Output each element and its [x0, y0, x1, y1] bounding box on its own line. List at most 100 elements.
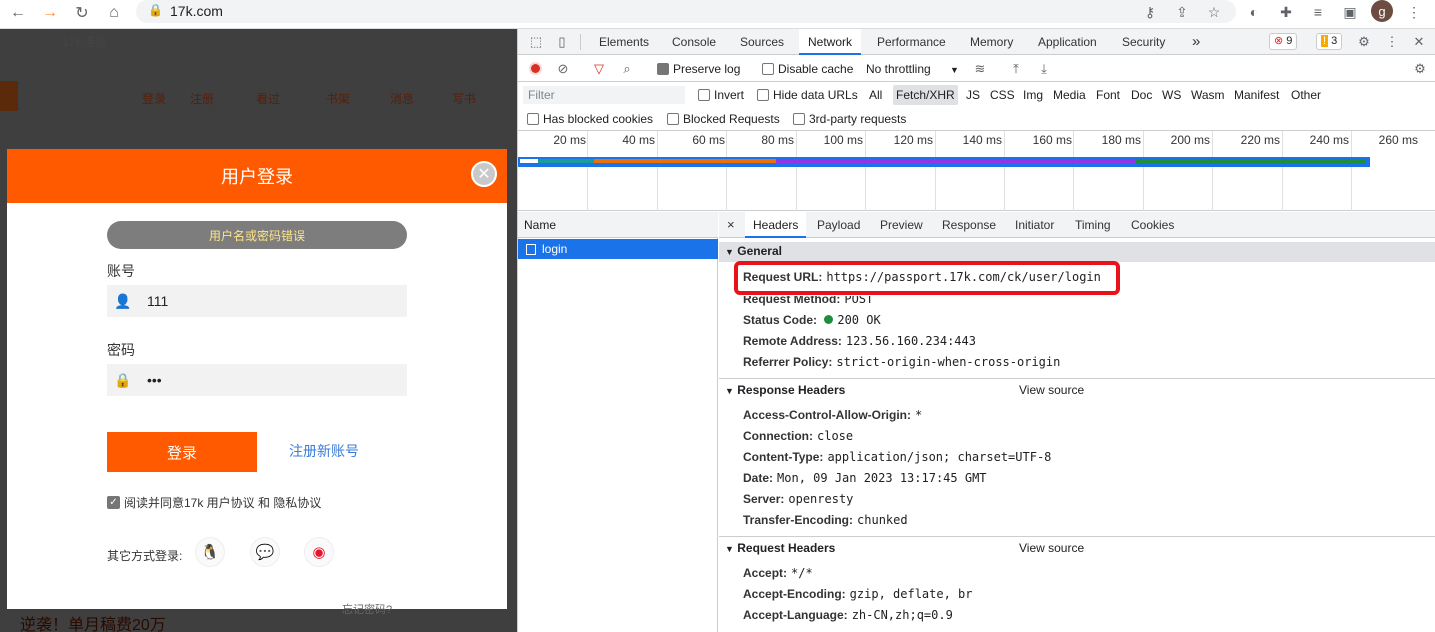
third-party-checkbox[interactable]	[793, 113, 805, 125]
search-icon[interactable]: ⌕	[619, 61, 635, 77]
has-blocked-cookies-checkbox[interactable]	[527, 113, 539, 125]
filter-icon[interactable]: ▽	[591, 61, 607, 77]
request-headers-section-header[interactable]: ▼ Request Headers View source	[719, 536, 1435, 560]
disable-cache-checkbox[interactable]	[762, 63, 774, 75]
kebab-menu-icon[interactable]: ⋮	[1384, 34, 1400, 50]
nav-viewed[interactable]: 看过	[256, 90, 280, 107]
general-section-header[interactable]: ▼ General	[719, 242, 1435, 262]
type-img[interactable]: Img	[1023, 88, 1043, 102]
import-icon[interactable]: ⤒	[1008, 61, 1024, 77]
type-fetch-xhr[interactable]: Fetch/XHR	[893, 85, 958, 105]
tab-headers[interactable]: Headers	[745, 212, 807, 238]
settings-gear-icon[interactable]: ⚙	[1356, 34, 1372, 50]
agree-checkbox[interactable]: ✓	[107, 496, 120, 509]
disable-cache[interactable]: Disable cache	[762, 62, 853, 76]
tab-console[interactable]: Console	[672, 29, 716, 55]
warning-badge[interactable]: ! 3	[1316, 33, 1343, 50]
type-media[interactable]: Media	[1053, 88, 1086, 102]
has-blocked-cookies[interactable]: Has blocked cookies	[527, 112, 653, 126]
url-text[interactable]: 17k.com	[170, 3, 223, 19]
type-css[interactable]: CSS	[990, 88, 1015, 102]
weibo-icon[interactable]: ◉	[304, 537, 334, 567]
blocked-requests[interactable]: Blocked Requests	[667, 112, 780, 126]
tab-network[interactable]: Network	[799, 29, 862, 55]
preserve-log-checkbox[interactable]	[657, 63, 669, 75]
nav-shelf[interactable]: 书架	[326, 90, 350, 107]
timeline-overview[interactable]: 20 ms 40 ms 60 ms 80 ms 100 ms 120 ms 14…	[518, 131, 1435, 211]
request-view-source[interactable]: View source	[1019, 541, 1084, 555]
address-bar[interactable]: 🔒	[136, 0, 1236, 23]
type-font[interactable]: Font	[1096, 88, 1120, 102]
register-link[interactable]: 注册新账号	[289, 441, 359, 461]
close-icon[interactable]: ✕	[471, 161, 497, 187]
type-wasm[interactable]: Wasm	[1191, 88, 1225, 102]
tab-initiator[interactable]: Initiator	[1015, 212, 1054, 238]
tab-preview[interactable]: Preview	[880, 212, 923, 238]
tab-security[interactable]: Security	[1122, 29, 1165, 55]
request-row-login[interactable]: login	[518, 239, 718, 259]
agreement[interactable]: ✓ 阅读并同意17k 用户协议 和 隐私协议	[107, 494, 321, 511]
qq-icon[interactable]: 🐧	[195, 537, 225, 567]
invert-checkbox[interactable]	[698, 89, 710, 101]
hide-data-urls-checkbox[interactable]	[757, 89, 769, 101]
name-column-header[interactable]: Name	[518, 212, 718, 238]
tab-elements[interactable]: Elements	[599, 29, 649, 55]
login-button[interactable]: 登录	[107, 432, 257, 472]
type-doc[interactable]: Doc	[1131, 88, 1152, 102]
third-party[interactable]: 3rd-party requests	[793, 112, 906, 126]
type-js[interactable]: JS	[966, 88, 980, 102]
tab-sources[interactable]: Sources	[740, 29, 784, 55]
type-manifest[interactable]: Manifest	[1234, 88, 1279, 102]
share-icon[interactable]: ⇪	[1172, 2, 1192, 22]
blocked-requests-checkbox[interactable]	[667, 113, 679, 125]
close-detail-icon[interactable]: ×	[727, 212, 735, 238]
tab-memory[interactable]: Memory	[970, 29, 1013, 55]
tab-timing[interactable]: Timing	[1075, 212, 1111, 238]
tab-application[interactable]: Application	[1038, 29, 1097, 55]
avatar[interactable]: g	[1371, 0, 1393, 22]
more-tabs-icon[interactable]: »	[1192, 29, 1200, 55]
type-all[interactable]: All	[869, 88, 882, 102]
throttling-select[interactable]: No throttling ▼	[866, 62, 959, 76]
error-badge[interactable]: ⊗ 9	[1269, 33, 1298, 50]
key-icon[interactable]: ⚷	[1140, 2, 1160, 22]
tab-cookies[interactable]: Cookies	[1131, 212, 1174, 238]
nav-write[interactable]: 写书	[452, 90, 476, 107]
inspect-icon[interactable]: ⬚	[528, 34, 544, 50]
response-headers-section-header[interactable]: ▼ Response Headers View source	[719, 378, 1435, 402]
preserve-log[interactable]: Preserve log	[657, 62, 740, 76]
tab-response[interactable]: Response	[942, 212, 996, 238]
password-field[interactable]: 🔒 •••	[107, 364, 407, 396]
hide-data-urls[interactable]: Hide data URLs	[757, 88, 858, 102]
home-icon[interactable]: ⌂	[102, 1, 126, 25]
menu-icon[interactable]: ⋮	[1404, 2, 1424, 22]
bookmark-star-icon[interactable]: ☆	[1204, 2, 1224, 22]
network-settings-icon[interactable]: ⚙	[1412, 61, 1428, 77]
tab-payload[interactable]: Payload	[817, 212, 860, 238]
device-toolbar-icon[interactable]: ▯	[554, 34, 570, 50]
type-other[interactable]: Other	[1291, 88, 1321, 102]
back-icon[interactable]: ←	[6, 1, 30, 25]
clear-icon[interactable]: ⊘	[555, 61, 571, 77]
nav-register[interactable]: 注册	[190, 90, 214, 107]
network-conditions-icon[interactable]: ≋	[972, 61, 988, 77]
close-devtools-icon[interactable]: ✕	[1411, 34, 1427, 50]
export-icon[interactable]: ⤓	[1036, 61, 1052, 77]
record-icon[interactable]	[529, 62, 542, 75]
reload-icon[interactable]: ↻	[70, 1, 94, 25]
sidepanel-icon[interactable]: ▣	[1340, 2, 1360, 22]
wechat-icon[interactable]: 💬	[250, 537, 280, 567]
type-ws[interactable]: WS	[1162, 88, 1181, 102]
nav-login[interactable]: 登录	[142, 90, 166, 107]
password-value[interactable]: •••	[147, 372, 162, 388]
forgot-password[interactable]: 忘记密码?	[342, 601, 392, 617]
response-view-source[interactable]: View source	[1019, 383, 1084, 397]
account-field[interactable]: 👤 111	[107, 285, 407, 317]
tab-performance[interactable]: Performance	[877, 29, 946, 55]
puzzle-icon[interactable]: ✚	[1276, 2, 1296, 22]
forward-icon[interactable]: →	[38, 1, 62, 25]
nav-messages[interactable]: 消息	[390, 90, 414, 107]
media-icon[interactable]: ≡	[1308, 2, 1328, 22]
account-value[interactable]: 111	[147, 293, 168, 309]
invert[interactable]: Invert	[698, 88, 744, 102]
